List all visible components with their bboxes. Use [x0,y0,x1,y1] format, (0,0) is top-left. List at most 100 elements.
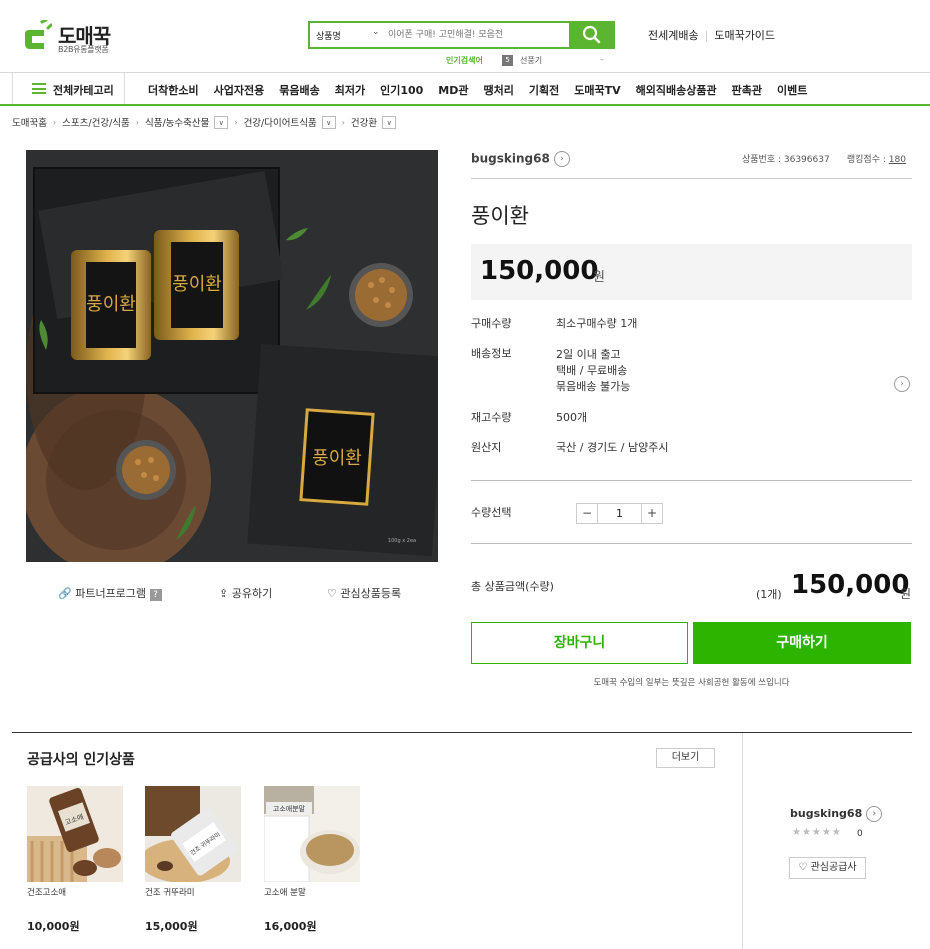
shipping-detail-icon[interactable]: › [894,376,910,392]
thumbnail-image: 고소애분말 [264,786,360,882]
search-category-select[interactable]: 상품명 [316,29,341,42]
heart-icon: ♡ [327,587,337,600]
chevron-right-icon: › [234,117,238,127]
menu-icon [32,83,46,94]
card-product-name[interactable]: 고소애 분말 [264,886,306,898]
partner-program-label: 파트너프로그램 [75,587,147,600]
nav-item[interactable]: 이벤트 [777,82,807,98]
rating-count: 0 [857,829,863,839]
info-value: 최소구매수량 1개 [556,317,638,330]
dropdown-toggle-icon[interactable]: ∨ [321,115,336,129]
link-icon: 🔗 [58,587,72,600]
divider [471,480,912,481]
nav-item[interactable]: 해외직배송상품관 [636,82,717,98]
info-value: 묶음배송 불가능 [556,380,631,393]
share-label: 공유하기 [231,587,273,600]
chevron-right-icon: › [341,117,345,127]
logo-icon [25,20,52,49]
heart-icon: ♡ [798,862,808,873]
info-key: 재고수량 [471,411,512,424]
product-thumbnail[interactable]: 고소애분말 [264,786,360,882]
box-label: 풍이환 [86,294,136,315]
nav-item[interactable]: 땡처리 [483,82,513,98]
help-icon: ? [149,589,162,601]
ranking-score[interactable]: 180 [889,155,906,165]
divider [471,543,912,544]
nav-item[interactable]: 묶음배송 [279,82,319,98]
chevron-right-icon: › [866,806,883,822]
divider [471,178,912,179]
more-button[interactable]: 더보기 [656,748,715,768]
nav-item[interactable]: 인기100 [380,82,423,98]
quantity-input[interactable]: 1 [598,504,641,523]
nav-item[interactable]: 더착한소비 [148,82,199,98]
nav-item[interactable]: 최저가 [335,82,365,98]
quantity-label: 수량선택 [471,506,512,519]
dropdown-toggle-icon[interactable]: ∨ [214,115,229,129]
all-categories-label: 전체카테고리 [53,84,114,97]
card-product-name[interactable]: 건조 귀뚜라미 [145,886,195,898]
section-divider [12,732,912,733]
search-bar: 상품명 ⌄ [308,21,615,49]
card-product-name[interactable]: 건조고소애 [27,886,66,898]
nav-item[interactable]: 기획전 [529,82,559,98]
chevron-down-icon[interactable]: ⌄ [372,27,380,37]
total-currency: 원 [900,587,912,601]
breadcrumb-item[interactable]: 건강/다이어트식품 [244,115,317,129]
vertical-divider [742,733,743,949]
share-button[interactable]: ⇪ 공유하기 [219,585,272,601]
top-link-global-shipping[interactable]: 전세계배송 [648,29,699,42]
social-contribution-notice: 도매꾹 수입의 일부는 뜻깊은 사회공헌 활동에 쓰입니다 [593,678,790,688]
box-label: 풍이환 [312,448,362,469]
breadcrumb-item[interactable]: 스포츠/건강/식품 [62,115,130,129]
popular-keyword[interactable]: 선풍기 [520,55,542,66]
product-thumbnail[interactable]: 고소애 [27,786,123,882]
dropdown-toggle-icon[interactable]: ∨ [382,115,397,129]
quantity-decrease-button[interactable]: − [577,504,598,523]
product-thumbnail[interactable]: 건조 귀뚜라미 [145,786,241,882]
partner-program-link[interactable]: 🔗 파트너프로그램 ? [58,585,162,601]
nav-items: 더착한소비 사업자전용 묶음배송 최저가 인기100 MD관 땡처리 기획전 도… [148,82,822,98]
nav-item[interactable]: 도매꾹TV [574,82,620,98]
supplier-seller-link[interactable]: bugsking68 › [790,806,883,822]
add-to-cart-button[interactable]: 장바구니 [471,622,688,664]
breadcrumb-item[interactable]: 식품/농수축산물 [145,115,209,129]
product-number: 상품번호 : 36396637 랭킹점수 : 180 [742,152,906,165]
logo-subtitle: B2B유통플랫폼 [58,45,109,54]
product-number-label: 상품번호 : 36396637 [742,155,830,165]
box-label: 풍이환 [172,274,222,295]
breadcrumb-item[interactable]: 건강환 [351,115,377,129]
popular-keywords: 인기검색어 5 선풍기 – [446,55,604,66]
top-links: 전세계배송 | 도매꾹가이드 [648,27,775,43]
box-size-label: 100g x 2ea [388,538,416,544]
chevron-right-icon: › [135,117,139,127]
seller-link[interactable]: bugsking68 › [471,151,570,167]
nav-item[interactable]: 판촉관 [732,82,762,98]
card-product-price: 15,000원 [145,920,198,933]
quantity-increase-button[interactable]: + [641,504,662,523]
seller-name: bugsking68 [471,151,550,166]
nav-item[interactable]: 사업자전용 [214,82,265,98]
main-nav: 전체카테고리 더착한소비 사업자전용 묶음배송 최저가 인기100 MD관 땡처… [0,72,930,106]
all-categories-button[interactable]: 전체카테고리 [12,73,125,104]
site-logo[interactable]: 도매꾹 B2B유통플랫폼 [22,16,132,56]
supplier-seller-name: bugsking68 [790,807,863,820]
favorite-supplier-button[interactable]: ♡ 관심공급사 [789,857,866,879]
breadcrumb-item[interactable]: 도매꾹홈 [12,115,47,129]
thumb-label: 고소애분말 [273,804,306,813]
product-photo: 풍이환 풍이환 풍이환 100g x 2ea [26,150,438,562]
info-key: 배송정보 [471,347,512,360]
favorite-supplier-label: 관심공급사 [810,862,857,873]
buy-now-button[interactable]: 구매하기 [693,622,911,664]
supplier-popular-title: 공급사의 인기상품 [27,752,135,768]
wishlist-button[interactable]: ♡ 관심상품등록 [327,585,401,601]
search-input[interactable] [388,26,568,44]
thumbnail-image: 고소애 [27,786,123,882]
search-button[interactable] [569,21,615,49]
price-currency: 원 [593,270,605,285]
price-box: 150,000 원 [471,244,912,300]
top-link-guide[interactable]: 도매꾹가이드 [714,29,775,42]
nav-item[interactable]: MD관 [438,82,468,98]
info-value: 국산 / 경기도 / 남양주시 [556,441,669,454]
popular-label: 인기검색어 [446,56,483,65]
